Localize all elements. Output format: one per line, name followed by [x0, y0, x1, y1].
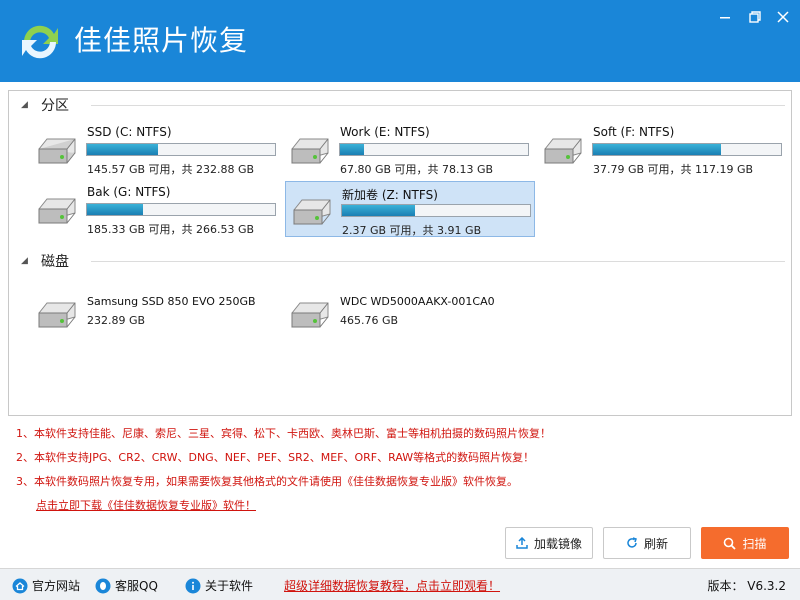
app-title: 佳佳照片恢复: [74, 24, 249, 57]
usage-bar: [86, 203, 276, 216]
partition-capacity: 2.37 GB 可用，共 3.91 GB: [342, 224, 482, 237]
partition-e[interactable]: Work (E: NTFS) 67.80 GB 可用，共 78.13 GB: [284, 121, 534, 177]
partition-name: Soft (F: NTFS): [593, 125, 675, 139]
usage-bar-fill: [593, 144, 721, 155]
partition-section-label: 分区: [41, 98, 69, 114]
version-label: 版本： V6.3.2: [707, 579, 786, 593]
home-icon: [12, 578, 28, 593]
disk-section-label: 磁盘: [41, 254, 69, 270]
download-pro-link[interactable]: 点击立即下载《佳佳数据恢复专业版》软件！: [36, 498, 786, 522]
usage-bar-fill: [87, 204, 144, 215]
tutorial-label: 超级详细数据恢复教程，点击立即观看！: [284, 579, 501, 593]
partition-name: Bak (G: NTFS): [87, 185, 171, 199]
about-link[interactable]: 关于软件: [185, 577, 253, 594]
scan-label: 扫描: [742, 536, 767, 551]
usage-bar: [339, 143, 529, 156]
partition-g[interactable]: Bak (G: NTFS) 185.33 GB 可用，共 266.53 GB: [31, 181, 281, 237]
app-logo-icon: [22, 25, 58, 59]
support-qq-label: 客服QQ: [115, 579, 158, 593]
refresh-label: 刷新: [643, 536, 668, 551]
refresh-button[interactable]: 刷新: [603, 527, 691, 559]
close-icon: [777, 11, 789, 23]
hard-drive-icon: [38, 198, 76, 224]
usage-bar-fill: [340, 144, 365, 155]
refresh-icon: [627, 537, 637, 548]
partition-capacity: 37.79 GB 可用，共 117.19 GB: [593, 163, 754, 176]
partition-section-header[interactable]: ◢ 分区: [21, 95, 785, 115]
partition-capacity: 185.33 GB 可用，共 266.53 GB: [87, 223, 255, 236]
close-button[interactable]: [772, 8, 794, 26]
note-line: 2、本软件支持JPG、CR2、CRW、DNG、NEF、PEF、SR2、MEF、O…: [16, 451, 535, 464]
note-line: 1、本软件支持佳能、尼康、索尼、三星、宾得、松下、卡西欧、奥林巴斯、富士等相机拍…: [16, 427, 551, 440]
partition-name: SSD (C: NTFS): [87, 125, 172, 139]
qq-icon: [95, 578, 111, 593]
usage-bar: [86, 143, 276, 156]
disk-name: Samsung SSD 850 EVO 250GB: [87, 295, 256, 308]
scan-button[interactable]: 扫描: [701, 527, 789, 559]
disk-samsung[interactable]: Samsung SSD 850 EVO 250GB 232.89 GB: [31, 285, 281, 341]
partition-name: 新加卷 (Z: NTFS): [342, 188, 438, 202]
disk-wdc[interactable]: WDC WD5000AAKX-001CA0 465.76 GB: [284, 285, 534, 341]
title-bar: 佳佳照片恢复: [0, 0, 800, 82]
minimize-button[interactable]: [714, 8, 736, 26]
restore-icon: [749, 11, 761, 23]
search-icon: [724, 537, 737, 550]
drive-list-panel: ◢ 分区 SSD (C: NTFS) 145.57 GB 可用，共 232.88…: [8, 90, 792, 416]
usage-bar-fill: [87, 144, 158, 155]
disk-capacity: 465.76 GB: [340, 314, 399, 327]
hard-drive-icon: [293, 199, 331, 225]
partition-z[interactable]: 新加卷 (Z: NTFS) 2.37 GB 可用，共 3.91 GB: [285, 181, 535, 237]
section-divider: [91, 261, 785, 262]
note-line: 3、本软件数码照片恢复专用，如果需要恢复其他格式的文件请使用《佳佳数据恢复专业版…: [16, 475, 518, 488]
disk-section-header[interactable]: ◢ 磁盘: [21, 251, 785, 271]
partition-capacity: 67.80 GB 可用，共 78.13 GB: [340, 163, 494, 176]
collapse-triangle-icon: ◢: [21, 256, 28, 266]
hard-drive-icon: [544, 138, 582, 164]
partition-c[interactable]: SSD (C: NTFS) 145.57 GB 可用，共 232.88 GB: [31, 121, 281, 177]
minimize-icon: [720, 17, 730, 19]
support-qq-link[interactable]: 客服QQ: [95, 577, 158, 594]
partition-capacity: 145.57 GB 可用，共 232.88 GB: [87, 163, 255, 176]
partition-name: Work (E: NTFS): [340, 125, 430, 139]
section-divider: [91, 105, 785, 106]
website-label: 官方网站: [32, 579, 81, 593]
load-image-label: 加载镜像: [533, 536, 582, 551]
tutorial-link[interactable]: 超级详细数据恢复教程，点击立即观看！: [284, 577, 500, 594]
hard-drive-icon: [291, 302, 329, 328]
about-label: 关于软件: [205, 579, 254, 593]
status-bar: 官方网站 客服QQ 关于软件 超级详细数据恢复教程，点击立即观看！ 版本： V6…: [0, 568, 800, 600]
usage-bar-fill: [342, 205, 416, 216]
partition-f[interactable]: Soft (F: NTFS) 37.79 GB 可用，共 117.19 GB: [537, 121, 787, 177]
usage-bar: [592, 143, 782, 156]
disk-capacity: 232.89 GB: [87, 314, 146, 327]
disk-name: WDC WD5000AAKX-001CA0: [340, 295, 495, 308]
usage-bar: [341, 204, 531, 217]
hard-drive-icon: [291, 138, 329, 164]
website-link[interactable]: 官方网站: [12, 577, 80, 594]
info-icon: [185, 578, 201, 593]
hard-drive-icon: [38, 138, 76, 164]
hard-drive-icon: [38, 302, 76, 328]
load-image-button[interactable]: 加载镜像: [505, 527, 593, 559]
maximize-button[interactable]: [744, 8, 766, 26]
upload-icon: [516, 537, 528, 549]
info-notes: 1、本软件支持佳能、尼康、索尼、三星、宾得、松下、卡西欧、奥林巴斯、富士等相机拍…: [16, 426, 786, 522]
collapse-triangle-icon: ◢: [21, 100, 28, 110]
